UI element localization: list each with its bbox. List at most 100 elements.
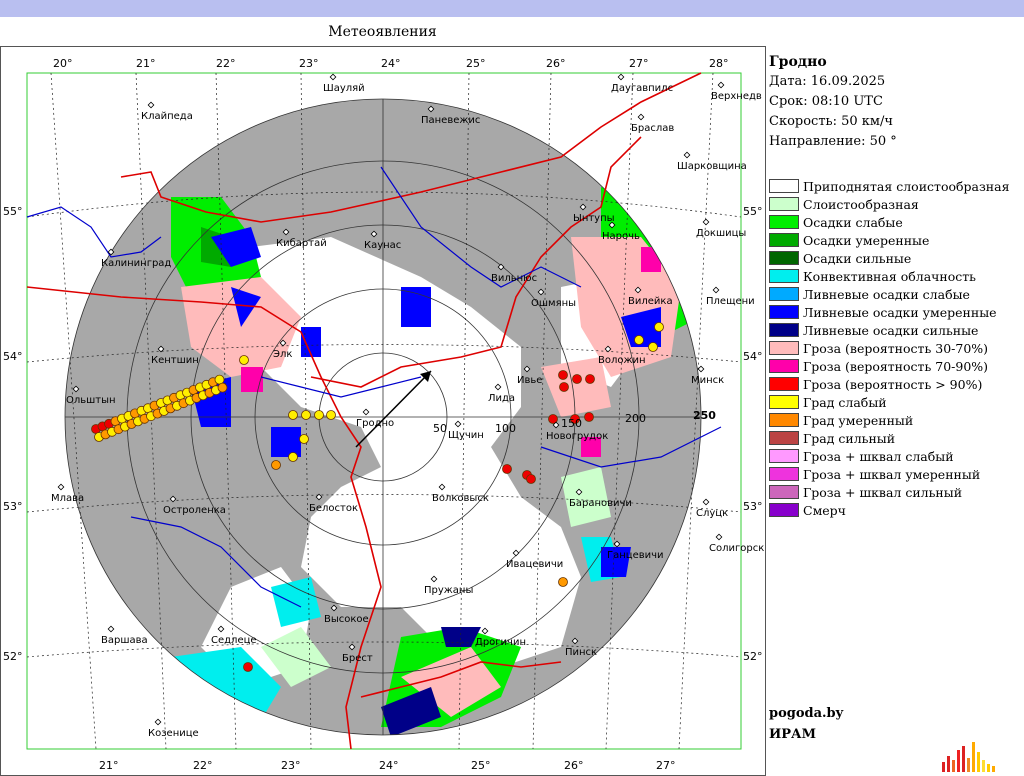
echo-shower-moderate [271,427,301,457]
city-label: Кентшин [151,355,199,366]
site-label: pogoda.by [769,706,844,721]
legend-swatch [769,503,799,517]
echo-thunder-70-90 [241,367,263,392]
lon-label-bottom: 27° [656,759,676,772]
city-label: Элк [273,349,292,360]
legend-label: Град сильный [803,430,896,446]
legend-swatch [769,413,799,427]
legend-label: Град умеренный [803,412,914,428]
lat-label-right: 52° [743,650,763,663]
legend-item: Смерч [769,501,846,519]
city-label: Козенице [148,728,199,739]
city-label: Докшицы [696,228,746,239]
legend-swatch [769,359,799,373]
org-label: ИРАМ [769,727,817,742]
city-label: Ивье [517,375,542,386]
city-label: Белосток [309,503,358,514]
hail-point [288,452,298,462]
lat-label-left: 53° [3,500,23,513]
city-label: Верхнедв [711,91,762,102]
lon-label-top: 28° [709,57,729,70]
hail-point [584,412,594,422]
legend-item: Гроза (вероятность > 90%) [769,375,982,393]
city-label: Барановичи [569,498,632,509]
legend-swatch [769,431,799,445]
legend-item: Град сильный [769,429,895,447]
radar-map: Клайпеда Шауляй Паневежис Даугавпилс Верхнед… [1,47,765,775]
lon-label-bottom: 22° [193,759,213,772]
station-name: Гродно [769,54,827,70]
range-label: 150 [561,417,582,430]
city-label: Воложин [598,355,646,366]
hail-point [572,374,582,384]
legend-item: Слоистообразная [769,195,919,213]
lat-label-right: 54° [743,350,763,363]
lon-label-bottom: 21° [99,759,119,772]
hail-point [585,374,595,384]
legend-swatch [769,269,799,283]
city-label: Солигорск [709,543,764,554]
legend-swatch [769,179,799,193]
hail-point [314,410,324,420]
legend-label: Ливневые осадки сильные [803,322,979,338]
lon-label-top: 26° [546,57,566,70]
city-label: Ганцевичи [607,550,664,561]
city-label: Варшава [101,635,148,646]
legend-swatch [769,323,799,337]
city-label: Седлеце [211,635,257,646]
city-label: Волковыск [432,493,489,504]
legend-item: Осадки слабые [769,213,903,231]
radar-map-frame: Клайпеда Шауляй Паневежис Даугавпилс Верхнед… [0,46,766,776]
legend-swatch [769,395,799,409]
lat-label-right: 53° [743,500,763,513]
legend-swatch [769,197,799,211]
legend-item: Конвективная облачность [769,267,976,285]
city-label: Гродно [356,418,394,429]
legend-swatch [769,377,799,391]
hail-point [634,335,644,345]
legend-swatch [769,215,799,229]
city-label: Высокое [324,614,369,625]
lon-label-bottom: 25° [471,759,491,772]
city-label: Остроленка [163,505,226,516]
hail-point [299,434,309,444]
range-label: 250 [693,409,716,422]
info-sidebar: Гродно Дата: 16.09.2025 Срок: 08:10 UTC … [766,46,1024,776]
legend-item: Гроза + шквал слабый [769,447,954,465]
range-label: 50 [433,422,447,435]
city-label: Ошмяны [531,298,576,309]
lat-label-left: 55° [3,205,23,218]
city-label: Дрогичин [475,637,526,648]
city-label: Вильнюс [491,273,537,284]
city-label: Даугавпилс [611,83,673,94]
city-label: Паневежис [421,115,480,126]
legend-label: Слоистообразная [803,196,919,212]
lon-label-top: 24° [381,57,401,70]
hail-point [558,370,568,380]
storm-speed: Скорость: 50 км/ч [769,114,893,129]
hail-point [301,410,311,420]
legend-item: Гроза + шквал сильный [769,483,962,501]
range-label: 200 [625,412,646,425]
lon-label-top: 27° [629,57,649,70]
legend-label: Град слабый [803,394,887,410]
legend-item: Гроза (вероятность 70-90%) [769,357,988,375]
legend-swatch [769,233,799,247]
legend-item: Ливневые осадки сильные [769,321,978,339]
legend-swatch [769,467,799,481]
lon-label-bottom: 24° [379,759,399,772]
legend-swatch [769,251,799,265]
city-label: Слуцк [696,508,728,519]
city-label: Нарочь [602,231,640,242]
lon-label-top: 22° [216,57,236,70]
lat-label-left: 54° [3,350,23,363]
legend-label: Гроза (вероятность > 90%) [803,376,983,392]
hail-point [648,342,658,352]
city-label: Ольштын [66,395,116,406]
hail-point [502,464,512,474]
lat-label-right: 55° [743,205,763,218]
city-label: Минск [691,375,724,386]
city-label: Щучин [448,430,484,441]
city-label: Калининград [101,258,171,269]
lon-label-top: 25° [466,57,486,70]
